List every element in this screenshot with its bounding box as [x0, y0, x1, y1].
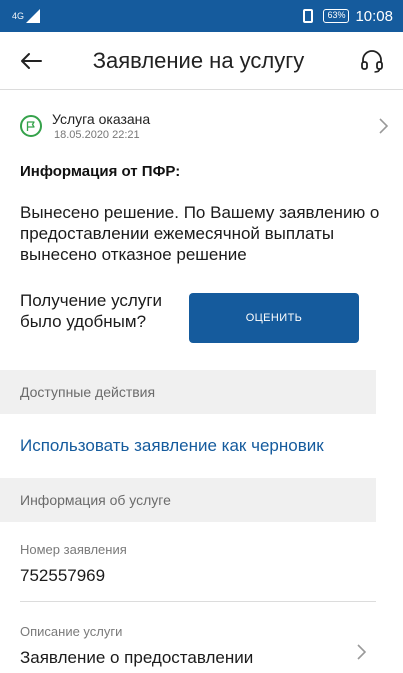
app-bar: Заявление на услугу [0, 32, 403, 90]
rating-question: Получение услуги было удобным? [20, 291, 163, 331]
flag-icon [20, 115, 42, 137]
support-button[interactable] [341, 32, 403, 90]
status-bar: 4G 63% 10:08 [0, 0, 403, 32]
pfr-info-text: Вынесено решение. По Вашему заявлению о … [20, 203, 380, 264]
arrow-left-icon [21, 52, 42, 69]
service-status-title: Услуга оказана [52, 111, 151, 127]
application-number-label: Номер заявления [20, 542, 127, 557]
application-number-value: 752557969 [20, 566, 106, 585]
available-actions-header: Доступные действия [0, 370, 376, 414]
service-description-value[interactable]: Заявление о предоставлении [20, 648, 253, 668]
service-description-label: Описание услуги [20, 624, 123, 639]
battery-icon: 63% [323, 9, 350, 23]
chevron-right-icon [363, 118, 403, 134]
service-info-header: Информация об услуге [0, 478, 376, 522]
clock: 10:08 [355, 7, 393, 25]
use-as-draft-link[interactable]: Использовать заявление как черновик [20, 436, 324, 456]
back-button[interactable] [0, 32, 62, 90]
headset-icon [361, 49, 383, 73]
pfr-info-heading: Информация от ПФР: [20, 163, 181, 180]
rate-button[interactable]: ОЦЕНИТЬ [189, 293, 359, 343]
chevron-right-icon [356, 644, 367, 665]
signal-icon [26, 9, 41, 23]
network-type: 4G [12, 11, 25, 21]
service-status-date: 18.05.2020 22:21 [54, 129, 140, 141]
page-title: Заявление на услугу [92, 47, 305, 73]
vibrate-icon [303, 9, 314, 23]
divider [20, 601, 376, 602]
service-status-row[interactable]: Услуга оказана 18.05.2020 22:21 [0, 103, 403, 149]
